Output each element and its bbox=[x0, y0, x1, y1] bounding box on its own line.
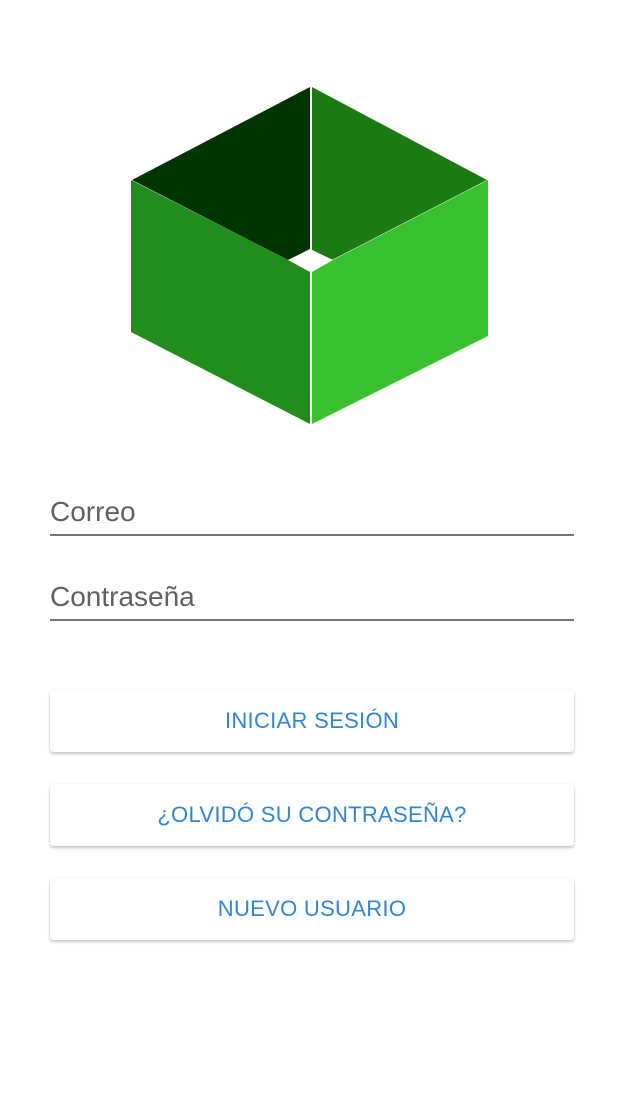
app-logo bbox=[128, 84, 490, 426]
open-box-logo-icon bbox=[131, 87, 488, 424]
login-button[interactable]: INICIAR SESIÓN bbox=[50, 690, 574, 752]
password-input[interactable] bbox=[50, 581, 574, 613]
forgot-password-button[interactable]: ¿OLVIDÓ SU CONTRASEÑA? bbox=[50, 784, 574, 846]
email-input[interactable] bbox=[50, 496, 574, 528]
password-field[interactable] bbox=[50, 569, 574, 621]
new-user-button[interactable]: NUEVO USUARIO bbox=[50, 878, 574, 940]
email-field[interactable] bbox=[50, 484, 574, 536]
